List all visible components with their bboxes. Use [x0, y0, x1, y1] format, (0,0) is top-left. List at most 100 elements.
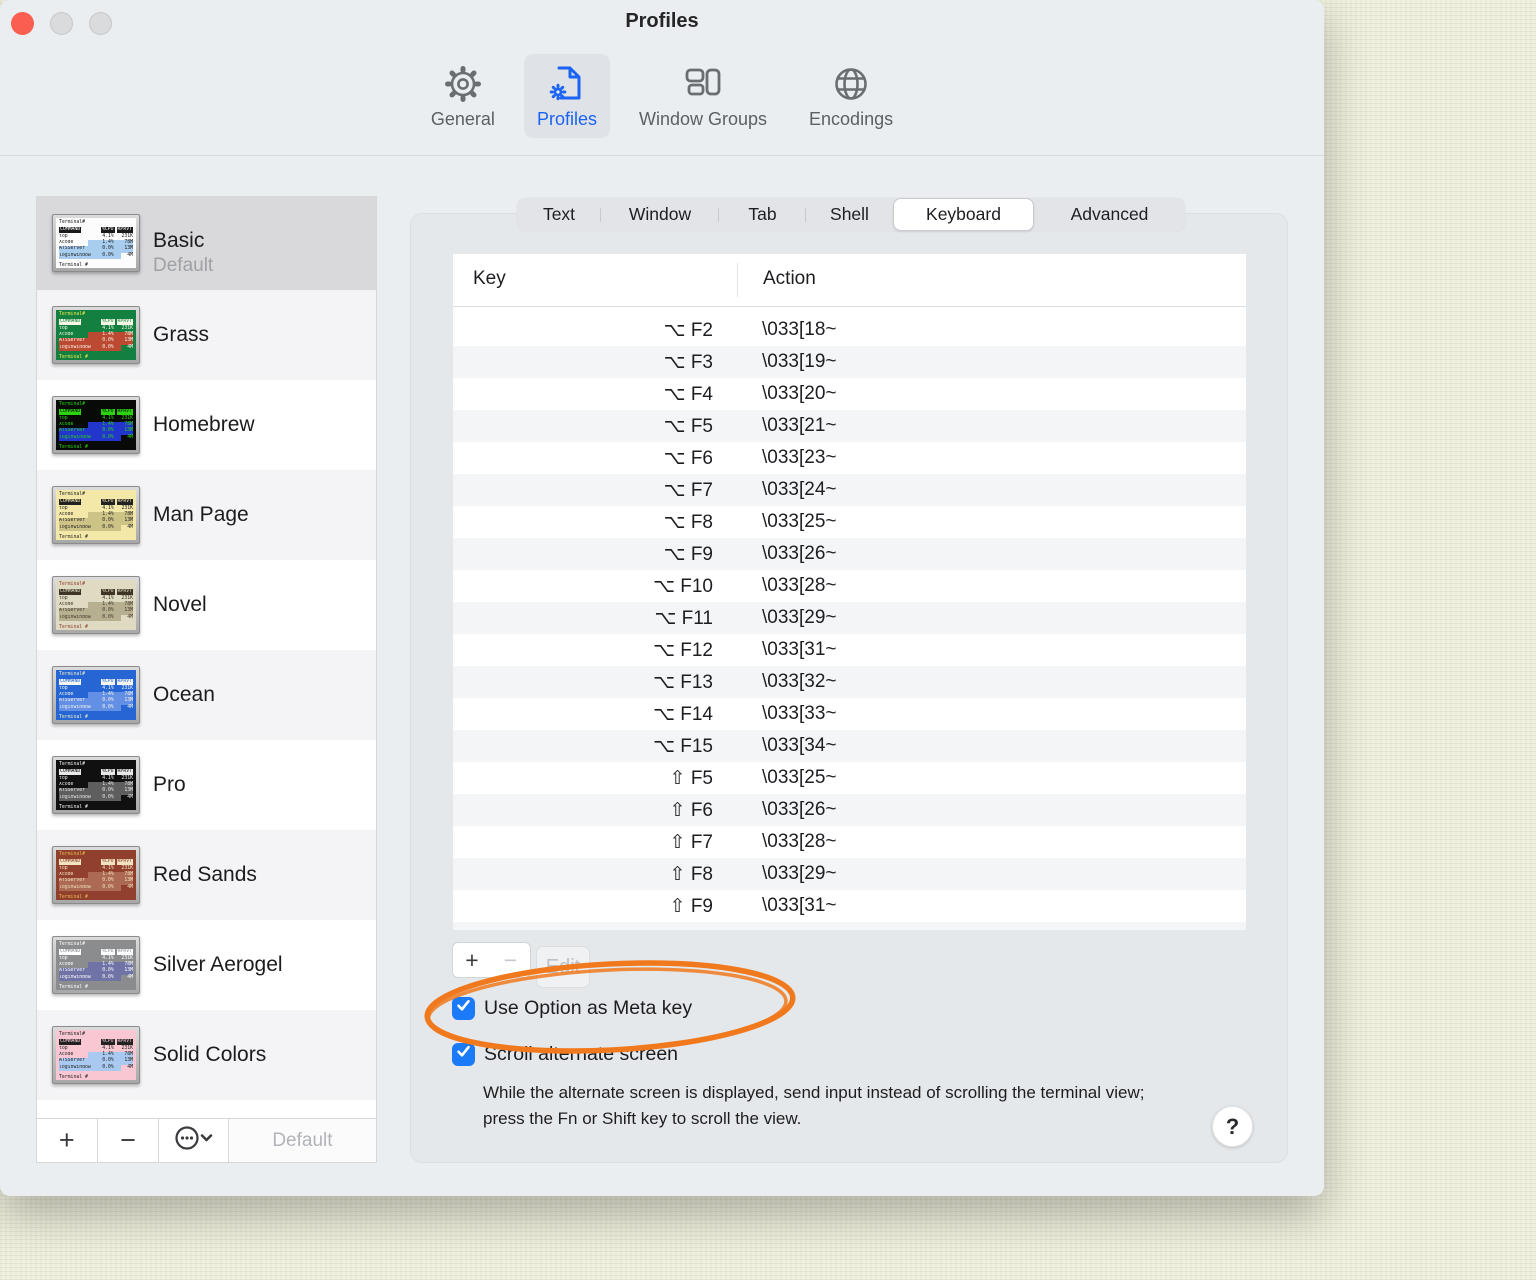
- action-cell: \033[33~: [762, 703, 837, 724]
- action-cell: \033[26~: [762, 799, 837, 820]
- key-cell: ⇧ F7: [669, 831, 713, 853]
- help-button[interactable]: ?: [1212, 1106, 1253, 1147]
- table-row[interactable]: ⌥ F3 \033[19~: [453, 346, 1246, 378]
- column-header-key[interactable]: Key: [473, 268, 506, 290]
- key-cell: ⌥ F15: [653, 735, 713, 757]
- remove-profile-button[interactable]: −: [98, 1119, 160, 1162]
- table-row[interactable]: ⌥ F12 \033[31~: [453, 634, 1246, 666]
- profile-item-ocean[interactable]: Terminal# COMMAND %CPU RPRVT top 4.1% 231K X…: [37, 650, 376, 740]
- table-row[interactable]: ⌥ F5 \033[21~: [453, 410, 1246, 442]
- profile-name: Silver Aerogel: [153, 953, 283, 976]
- remove-shortcut-button[interactable]: −: [491, 942, 531, 978]
- add-shortcut-button[interactable]: +: [452, 942, 492, 978]
- thumb-chip: RPRVT: [116, 226, 133, 234]
- key-cell: ⌥ F4: [663, 383, 713, 405]
- action-cell: \033[29~: [762, 607, 837, 628]
- tab-window[interactable]: Window: [601, 198, 719, 231]
- thumb-process-row: loginwindow 0.0% 4M: [59, 252, 133, 259]
- tab-keyboard[interactable]: Keyboard: [893, 198, 1034, 231]
- key-cell: ⌥ F13: [653, 671, 713, 693]
- table-row[interactable]: ⇧ F8 \033[29~: [453, 858, 1246, 890]
- thumb-chip: COMMAND: [59, 768, 82, 776]
- profile-name: Homebrew: [153, 413, 255, 436]
- table-top-spacer: [453, 307, 1246, 314]
- table-row[interactable]: ⌥ F4 \033[20~: [453, 378, 1246, 410]
- key-cell: ⇧ F9: [669, 895, 713, 917]
- edit-shortcut-button[interactable]: Edit: [536, 946, 590, 988]
- table-row[interactable]: ⌥ F13 \033[32~: [453, 666, 1246, 698]
- profile-item-silver-aerogel[interactable]: Terminal# COMMAND %CPU RPRVT top 4.1% 231K X…: [37, 920, 376, 1010]
- table-row[interactable]: ⌥ F14 \033[33~: [453, 698, 1246, 730]
- option-row: Use Option as Meta key: [452, 995, 692, 1021]
- thumb-chip: %CPU: [100, 768, 115, 776]
- table-row[interactable]: ⇧ F5 \033[25~: [453, 762, 1246, 794]
- profile-item-pro[interactable]: Terminal# COMMAND %CPU RPRVT top 4.1% 231K X…: [37, 740, 376, 830]
- tab-tab[interactable]: Tab: [719, 198, 806, 231]
- key-cell: ⌥ F10: [653, 575, 713, 597]
- toolbar-item-label: Encodings: [809, 109, 894, 129]
- table-row[interactable]: ⌥ F15 \033[34~: [453, 730, 1246, 762]
- table-row[interactable]: ⇧ F9 \033[31~: [453, 890, 1246, 922]
- table-row[interactable]: ⌥ F9 \033[26~: [453, 538, 1246, 570]
- profile-item-homebrew[interactable]: Terminal# COMMAND %CPU RPRVT top 4.1% 231K X…: [37, 380, 376, 470]
- table-row[interactable]: ⌥ F7 \033[24~: [453, 474, 1246, 506]
- action-cell: \033[31~: [762, 639, 837, 660]
- thumb-process-row: loginwindow 0.0% 4M: [59, 1064, 133, 1071]
- add-profile-button[interactable]: +: [37, 1119, 98, 1162]
- table-row[interactable]: ⌥ F11 \033[29~: [453, 602, 1246, 634]
- default-profile-button[interactable]: Default: [228, 1119, 376, 1162]
- profile-item-man-page[interactable]: Terminal# COMMAND %CPU RPRVT top 4.1% 231K X…: [37, 470, 376, 560]
- action-cell: \033[19~: [762, 351, 837, 372]
- sidebar-footer-bar: + − Default: [37, 1118, 376, 1162]
- profile-item-basic[interactable]: Terminal# COMMAND %CPU RPRVT top 4.1% 231K X…: [37, 197, 376, 290]
- column-header-action[interactable]: Action: [763, 268, 816, 290]
- thumb-screen: Terminal# COMMAND %CPU RPRVT top 4.1% 231K X…: [56, 940, 136, 990]
- thumb-process-row: loginwindow 0.0% 4M: [59, 614, 133, 621]
- profile-item-grass[interactable]: Terminal# COMMAND %CPU RPRVT top 4.1% 231K X…: [37, 290, 376, 380]
- table-row[interactable]: ⌥ F6 \033[23~: [453, 442, 1246, 474]
- toolbar: General Profiles Window Groups Encodings: [0, 54, 1324, 138]
- toolbar-item-general[interactable]: General: [418, 54, 508, 138]
- key-cell: ⌥ F2: [663, 319, 713, 341]
- tab-shell[interactable]: Shell: [806, 198, 893, 231]
- thumb-chip: RPRVT: [116, 678, 133, 686]
- thumb-chip: RPRVT: [116, 318, 133, 326]
- thumb-chip: %CPU: [100, 858, 115, 866]
- table-row[interactable]: ⌥ F2 \033[18~: [453, 314, 1246, 346]
- action-cell: \033[21~: [762, 415, 837, 436]
- thumb-chip: RPRVT: [116, 1038, 133, 1046]
- action-cell: \033[28~: [762, 575, 837, 596]
- key-cell: ⌥ F3: [663, 351, 713, 373]
- key-cell: ⇧ F5: [669, 767, 713, 789]
- toolbar-item-profiles[interactable]: Profiles: [523, 54, 610, 138]
- toolbar-item-window-groups[interactable]: Window Groups: [626, 54, 780, 138]
- option-row: Scroll alternate screen: [452, 1041, 678, 1067]
- toolbar-item-encodings[interactable]: Encodings: [796, 54, 906, 138]
- profile-item-novel[interactable]: Terminal# COMMAND %CPU RPRVT top 4.1% 231K X…: [37, 560, 376, 650]
- profile-item-red-sands[interactable]: Terminal# COMMAND %CPU RPRVT top 4.1% 231K X…: [37, 830, 376, 920]
- profile-name: Basic: [153, 229, 205, 252]
- action-cell: \033[25~: [762, 511, 837, 532]
- checkbox-scroll-alternate-screen[interactable]: [452, 1042, 475, 1066]
- table-row[interactable]: ⇧ F6 \033[26~: [453, 794, 1246, 826]
- profile-item-solid-colors[interactable]: Terminal# COMMAND %CPU RPRVT top 4.1% 231K X…: [37, 1010, 376, 1100]
- key-cell: ⌥ F7: [663, 479, 713, 501]
- action-cell: \033[18~: [762, 319, 837, 340]
- thumb-chip: %CPU: [100, 678, 115, 686]
- profile-thumbnail: Terminal# COMMAND %CPU RPRVT top 4.1% 231K X…: [52, 306, 140, 364]
- tab-advanced[interactable]: Advanced: [1034, 198, 1185, 231]
- action-cell: \033[26~: [762, 543, 837, 564]
- tab-text[interactable]: Text: [517, 198, 601, 231]
- table-row[interactable]: ⌥ F10 \033[28~: [453, 570, 1246, 602]
- profile-name: Ocean: [153, 683, 215, 706]
- checkbox-use-option-as-meta-key[interactable]: [452, 996, 475, 1020]
- alternate-screen-footnote: While the alternate screen is displayed,…: [483, 1083, 1145, 1128]
- window-title: Profiles: [625, 10, 699, 32]
- table-row[interactable]: ⇧ F7 \033[28~: [453, 826, 1246, 858]
- thumb-screen: Terminal# COMMAND %CPU RPRVT top 4.1% 231K X…: [56, 760, 136, 810]
- table-row[interactable]: ⌥ F8 \033[25~: [453, 506, 1246, 538]
- column-divider[interactable]: [737, 263, 738, 297]
- profile-tabs: Text Window Tab Shell Keyboard Advanced: [517, 198, 1185, 231]
- key-cell: ⌥ F9: [663, 543, 713, 565]
- more-options-button[interactable]: [159, 1119, 229, 1162]
